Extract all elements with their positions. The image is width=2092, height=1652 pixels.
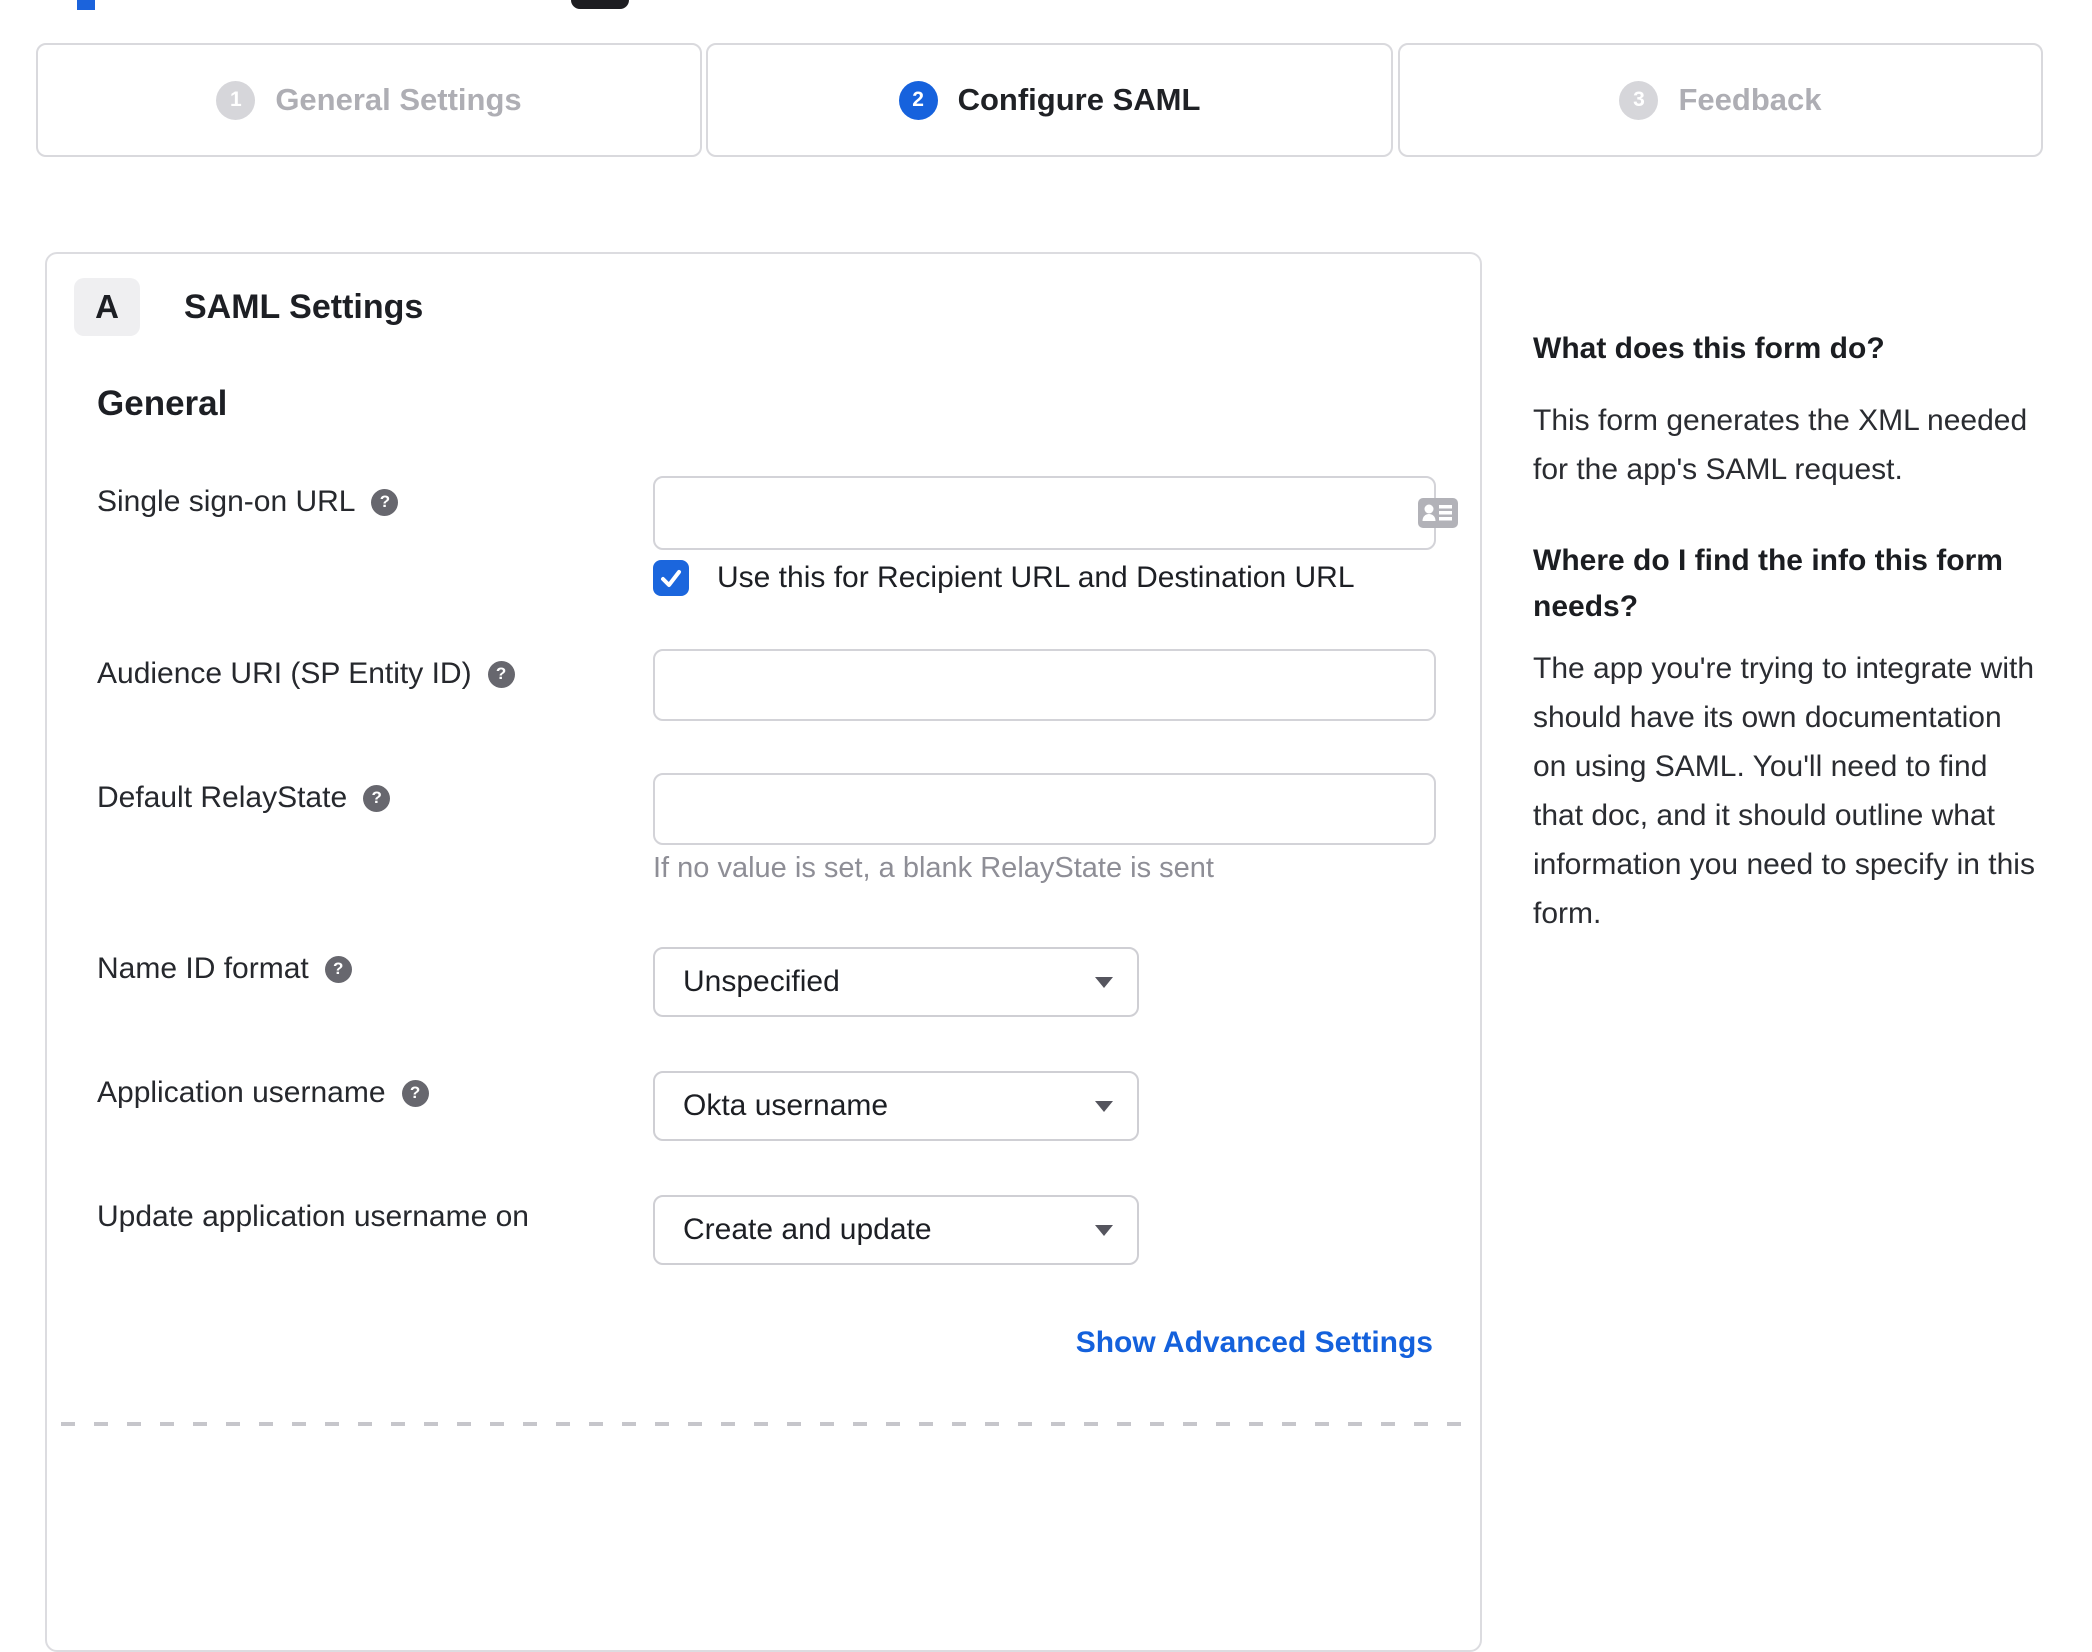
help-icon[interactable]: ?	[363, 784, 391, 812]
sidebar-question-1: What does this form do?	[1533, 332, 1885, 365]
general-section-heading: General	[97, 384, 228, 423]
step-label: Feedback	[1678, 82, 1822, 117]
relay-state-label-row: Default RelayState ?	[97, 781, 391, 815]
name-id-format-select[interactable]: Unspecified	[653, 947, 1139, 1017]
audience-uri-label-row: Audience URI (SP Entity ID) ?	[97, 657, 515, 691]
help-sidebar: What does this form do? This form genera…	[1533, 326, 2038, 938]
step-label: General Settings	[275, 82, 522, 117]
check-icon	[661, 570, 681, 587]
step-number-badge: 1	[216, 80, 256, 120]
update-app-username-value: Create and update	[683, 1213, 932, 1246]
section-a-badge: A	[74, 278, 140, 336]
audience-uri-input[interactable]	[653, 649, 1436, 721]
step-feedback[interactable]: 3 Feedback	[1398, 43, 2043, 157]
help-icon[interactable]: ?	[371, 488, 399, 516]
chevron-down-icon	[1095, 977, 1113, 988]
update-app-username-select[interactable]: Create and update	[653, 1195, 1139, 1265]
step-number-badge: 2	[898, 80, 938, 120]
help-icon[interactable]: ?	[401, 1079, 429, 1107]
sso-checkbox-row: Use this for Recipient URL and Destinati…	[653, 560, 1355, 596]
saml-settings-panel: A SAML Settings General Single sign-on U…	[45, 252, 1482, 1652]
header-logo-fragment-icon	[77, 0, 95, 10]
show-advanced-settings-link[interactable]: Show Advanced Settings	[1076, 1326, 1433, 1360]
help-icon[interactable]: ?	[324, 955, 352, 983]
help-icon[interactable]: ?	[487, 660, 515, 688]
chevron-down-icon	[1095, 1101, 1113, 1112]
sidebar-answer-1: This form generates the XML needed for t…	[1533, 404, 2028, 486]
step-general-settings[interactable]: 1 General Settings	[36, 43, 702, 157]
app-username-label-row: Application username ?	[97, 1076, 429, 1110]
relay-state-label: Default RelayState	[97, 781, 348, 814]
relay-state-hint: If no value is set, a blank RelayState i…	[653, 852, 1214, 884]
header-button-fragment-icon	[571, 0, 629, 9]
name-id-format-label-row: Name ID format ?	[97, 952, 352, 986]
sso-url-label: Single sign-on URL	[97, 485, 356, 518]
sidebar-answer-2: The app you're trying to integrate with …	[1533, 652, 2035, 930]
name-id-format-label: Name ID format	[97, 952, 309, 985]
app-username-label: Application username	[97, 1076, 386, 1109]
app-username-value: Okta username	[683, 1089, 889, 1122]
recipient-url-checkbox[interactable]	[653, 560, 689, 596]
recipient-url-checkbox-label: Use this for Recipient URL and Destinati…	[717, 561, 1355, 594]
step-number-badge: 3	[1619, 80, 1659, 120]
relay-state-input[interactable]	[653, 773, 1436, 845]
update-app-username-label-row: Update application username on	[97, 1200, 529, 1234]
sidebar-question-2: Where do I find the info this form needs…	[1533, 544, 2003, 623]
audience-uri-label: Audience URI (SP Entity ID)	[97, 657, 472, 690]
panel-title: SAML Settings	[184, 287, 424, 326]
update-app-username-label: Update application username on	[97, 1200, 529, 1233]
name-id-format-value: Unspecified	[683, 965, 840, 998]
app-username-select[interactable]: Okta username	[653, 1071, 1139, 1141]
sso-url-label-row: Single sign-on URL ?	[97, 485, 399, 519]
sso-url-input[interactable]	[653, 476, 1436, 550]
chevron-down-icon	[1095, 1225, 1113, 1236]
panel-header: A SAML Settings	[74, 278, 423, 336]
contact-card-icon[interactable]	[1418, 498, 1458, 528]
dashed-divider	[61, 1422, 1466, 1426]
step-configure-saml[interactable]: 2 Configure SAML	[706, 43, 1393, 157]
step-label: Configure SAML	[957, 82, 1201, 117]
